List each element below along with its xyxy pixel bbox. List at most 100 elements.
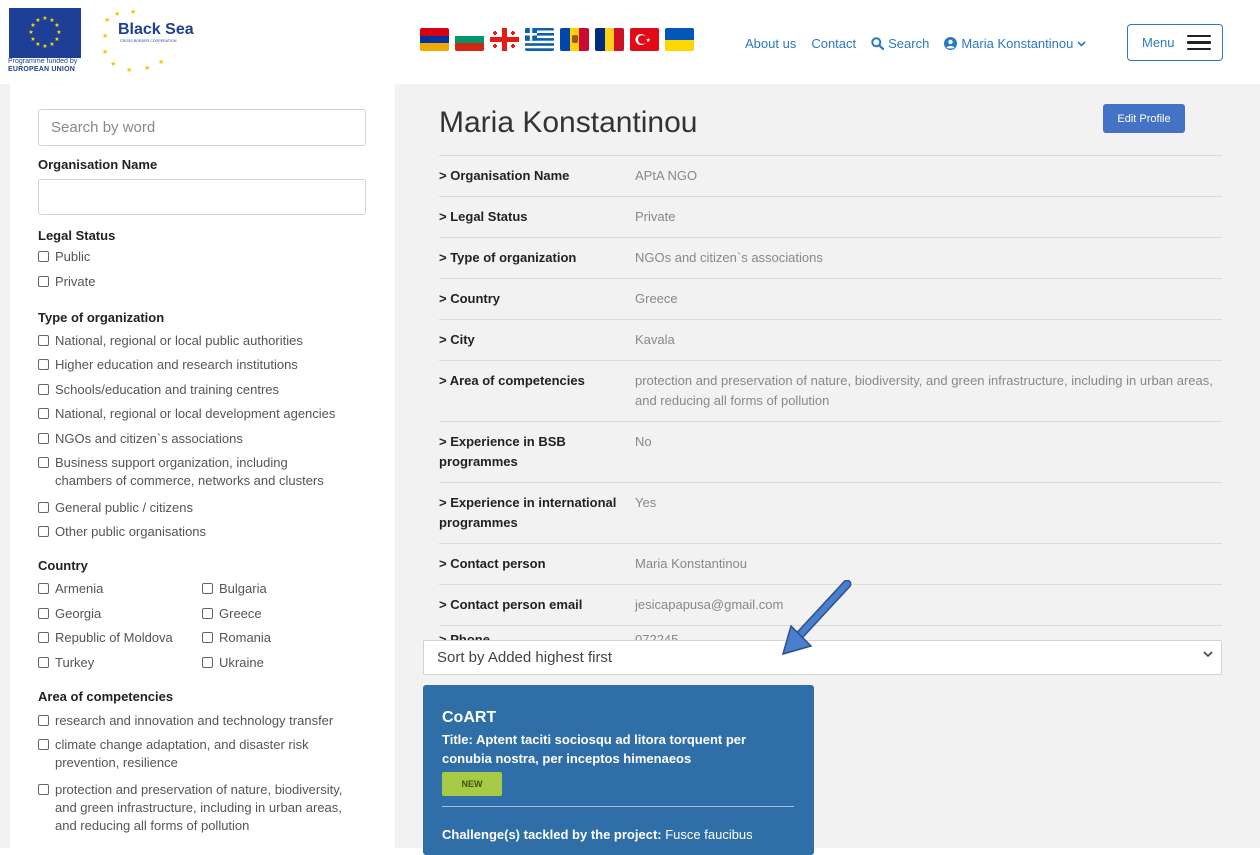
checkbox-icon[interactable]: [38, 433, 49, 444]
sort-selected-value: Sort by Added highest first: [437, 649, 613, 666]
contact-link[interactable]: Contact: [811, 36, 856, 51]
checkbox-icon[interactable]: [38, 335, 49, 346]
svg-text:★: ★: [56, 29, 61, 36]
detail-row: > City Kavala: [439, 320, 1222, 361]
checkbox-icon[interactable]: [38, 632, 49, 643]
search-link[interactable]: Search: [871, 36, 929, 51]
detail-value: Kavala: [635, 332, 675, 347]
area-of-competencies-label: Area of competencies: [38, 689, 174, 704]
type-option-checkbox[interactable]: Higher education and research institutio…: [38, 356, 355, 374]
checkbox-icon[interactable]: [38, 359, 49, 370]
country-checkbox[interactable]: Republic of Moldova: [38, 629, 173, 647]
checkbox-icon[interactable]: [202, 583, 213, 594]
checkbox-icon[interactable]: [38, 657, 49, 668]
search-by-word-input[interactable]: [38, 109, 366, 146]
type-of-organization-label: Type of organization: [38, 310, 165, 325]
country-checkbox[interactable]: Armenia: [38, 580, 103, 598]
search-icon: [871, 37, 885, 50]
flag-ukraine-icon[interactable]: [665, 28, 694, 51]
project-card[interactable]: CoART Title: Aptent taciti sociosqu ad l…: [423, 685, 814, 855]
detail-row: > Contact person Maria Konstantinou: [439, 544, 1222, 585]
chevron-down-icon: [1203, 651, 1213, 658]
flag-greece-icon[interactable]: [525, 28, 554, 51]
detail-row: > Experience in international programmes…: [439, 483, 1222, 544]
detail-value: NGOs and citizen`s associations: [635, 250, 823, 265]
country-checkbox[interactable]: Ukraine: [202, 654, 264, 672]
type-option-checkbox[interactable]: National, regional or local public autho…: [38, 332, 355, 350]
svg-text:★: ★: [102, 32, 108, 40]
user-menu[interactable]: Maria Konstantinou: [944, 36, 1086, 51]
area-option-checkbox[interactable]: research and innovation and technology t…: [38, 712, 355, 730]
country-checkbox[interactable]: Greece: [202, 605, 262, 623]
checkbox-icon[interactable]: [38, 384, 49, 395]
eu-flag-logo[interactable]: ★ ★ ★ ★ ★ ★ ★ ★ ★ ★ ★ ★: [9, 8, 81, 58]
flag-georgia-icon[interactable]: [490, 28, 519, 51]
checkbox-icon[interactable]: [38, 739, 49, 750]
country-checkbox[interactable]: Romania: [202, 629, 271, 647]
profile-main: Maria Konstantinou Edit Profile > Organi…: [395, 84, 1260, 855]
logo-subtext: CROSS BORDER COOPERATION: [120, 39, 177, 43]
country-checkbox[interactable]: Bulgaria: [202, 580, 267, 598]
flag-romania-icon[interactable]: [595, 28, 624, 51]
organisation-name-input[interactable]: [38, 179, 366, 215]
detail-label: > Contact person email: [439, 597, 583, 612]
option-label: National, regional or local public autho…: [55, 333, 303, 348]
organisation-name-label: Organisation Name: [38, 157, 158, 172]
checkbox-icon[interactable]: [38, 526, 49, 537]
annotation-arrow-icon: [781, 580, 852, 656]
challenge-text: Fusce faucibus: [665, 827, 753, 842]
checkbox-icon[interactable]: [202, 632, 213, 643]
checkbox-icon[interactable]: [38, 583, 49, 594]
legal-status-private-checkbox[interactable]: Private: [38, 273, 95, 291]
option-label: Public: [55, 249, 91, 264]
option-label: climate change adaptation, and disaster …: [55, 737, 309, 770]
detail-value: Maria Konstantinou: [635, 556, 748, 571]
checkbox-icon[interactable]: [38, 608, 49, 619]
search-link-label: Search: [888, 36, 930, 51]
checkbox-icon[interactable]: [38, 276, 49, 287]
checkbox-icon[interactable]: [38, 715, 49, 726]
svg-text:★: ★: [54, 22, 59, 29]
flag-turkey-icon[interactable]: ★: [630, 28, 659, 51]
type-option-checkbox[interactable]: Other public organisations: [38, 523, 355, 541]
flag-moldova-icon[interactable]: [560, 28, 589, 51]
country-checkbox[interactable]: Turkey: [38, 654, 94, 672]
option-label: research and innovation and technology t…: [55, 713, 334, 728]
card-divider: [442, 806, 794, 807]
type-option-checkbox[interactable]: General public / citizens: [38, 499, 355, 517]
type-option-checkbox[interactable]: NGOs and citizen`s associations: [38, 430, 355, 448]
checkbox-icon[interactable]: [38, 784, 49, 795]
legal-status-public-checkbox[interactable]: Public: [38, 248, 90, 266]
menu-button[interactable]: Menu: [1127, 24, 1223, 61]
country-checkbox[interactable]: Georgia: [38, 605, 101, 623]
area-option-checkbox[interactable]: protection and preservation of nature, b…: [38, 781, 365, 835]
type-option-checkbox[interactable]: Business support organization, including…: [38, 454, 345, 490]
detail-row: > Country Greece: [439, 279, 1222, 320]
edit-profile-button[interactable]: Edit Profile: [1103, 104, 1185, 133]
checkbox-icon[interactable]: [38, 251, 49, 262]
flag-bulgaria-icon[interactable]: [455, 28, 484, 51]
checkbox-icon[interactable]: [38, 457, 49, 468]
type-option-checkbox[interactable]: Schools/education and training centres: [38, 381, 355, 399]
detail-label: > Experience in international programmes: [439, 495, 617, 530]
about-us-link[interactable]: About us: [745, 36, 796, 51]
svg-text:★: ★: [126, 66, 132, 74]
detail-value: Yes: [635, 495, 657, 510]
detail-row: > Legal Status Private: [439, 197, 1222, 238]
type-option-checkbox[interactable]: National, regional or local development …: [38, 405, 355, 423]
eu-caption: Programme funded by EUROPEAN UNION: [8, 58, 77, 74]
checkbox-icon[interactable]: [202, 657, 213, 668]
area-option-checkbox[interactable]: climate change adaptation, and disaster …: [38, 736, 345, 772]
detail-label: > Organisation Name: [439, 168, 570, 183]
project-challenge: Challenge(s) tackled by the project: Fus…: [442, 827, 794, 842]
detail-label: > Type of organization: [439, 250, 577, 265]
black-sea-logo[interactable]: ★ ★ ★ ★ ★ ★ ★ ★ ★ Black Sea CROSS BORDER COOPE…: [100, 8, 212, 76]
svg-text:★: ★: [114, 10, 120, 18]
checkbox-icon[interactable]: [38, 408, 49, 419]
option-label: Bulgaria: [219, 581, 267, 596]
checkbox-icon[interactable]: [38, 502, 49, 513]
checkbox-icon[interactable]: [202, 608, 213, 619]
flag-armenia-icon[interactable]: [420, 28, 449, 51]
country-label: Country: [38, 558, 88, 573]
svg-text:★: ★: [102, 48, 108, 56]
